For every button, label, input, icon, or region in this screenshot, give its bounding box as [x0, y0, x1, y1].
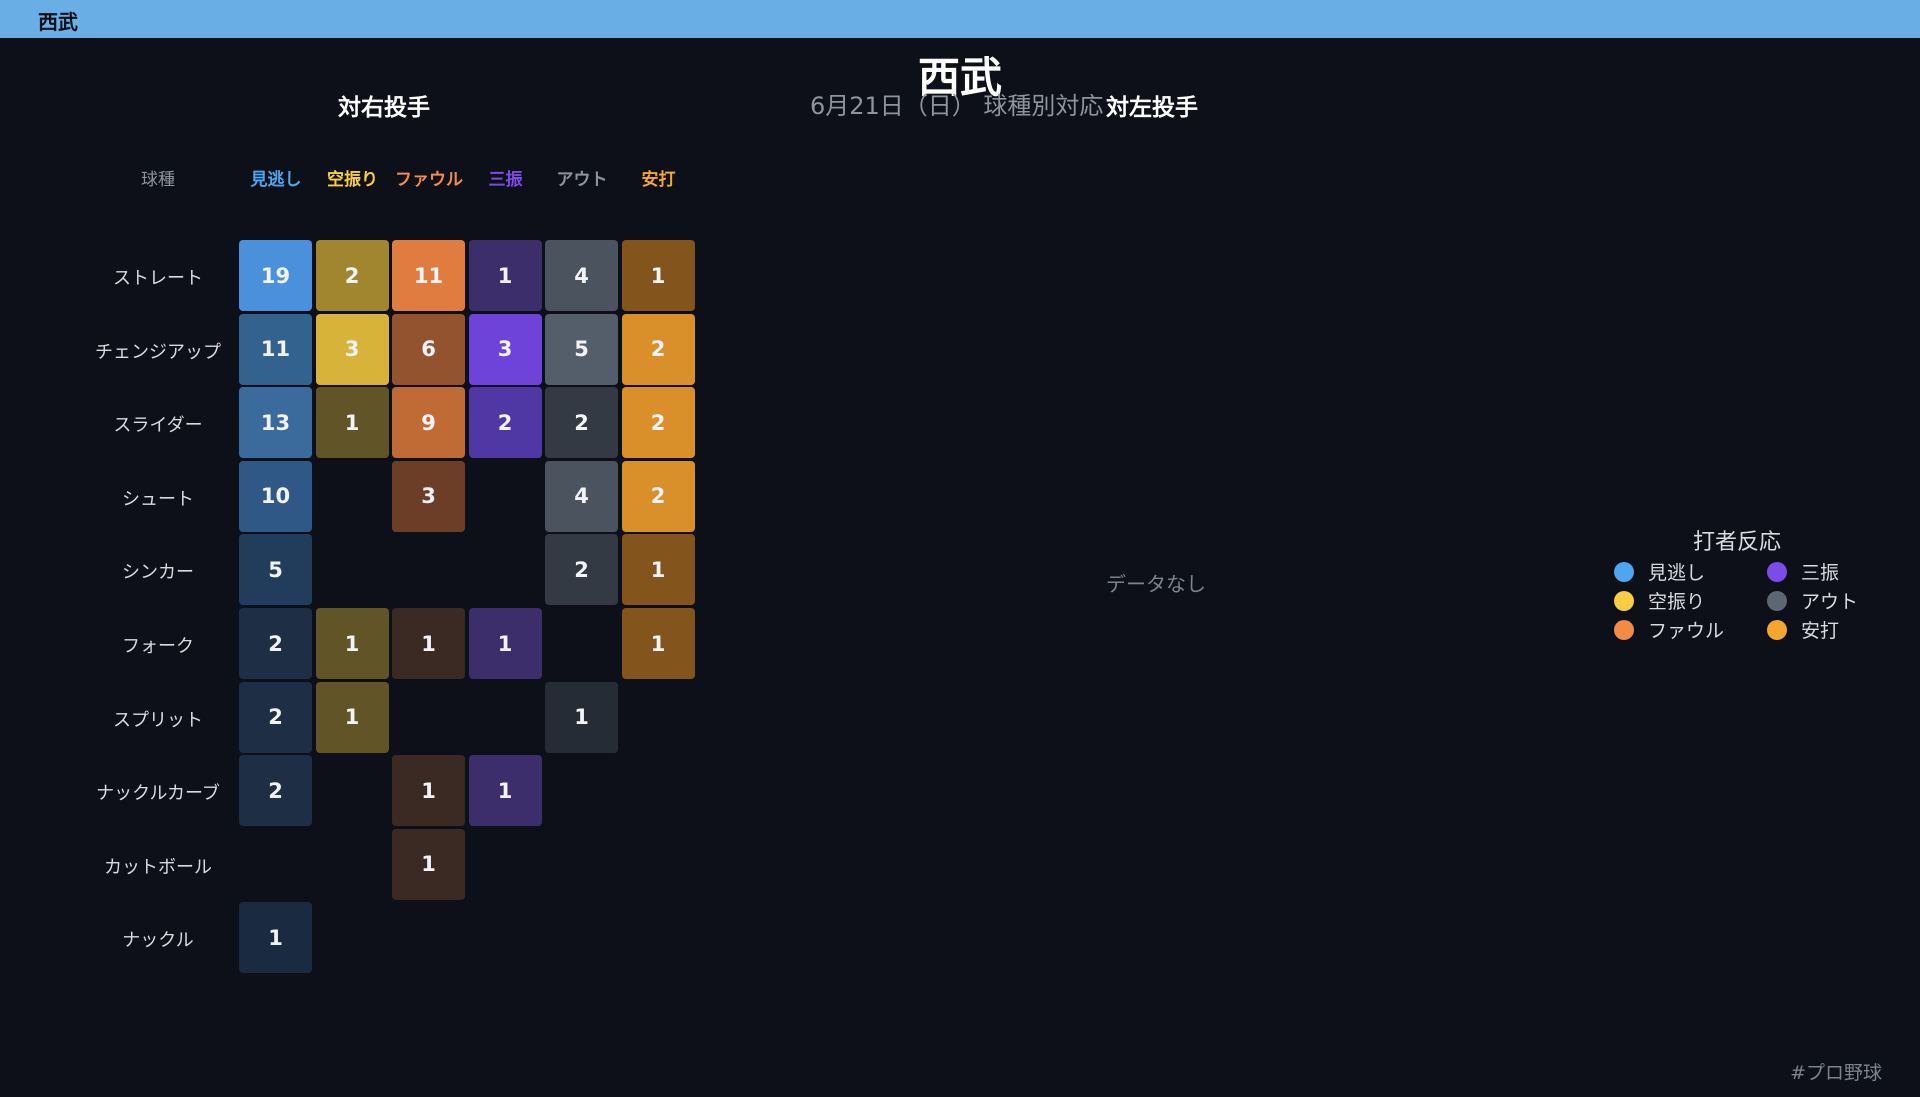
legend-item: 空振り: [1614, 587, 1705, 614]
row-label: シンカー: [122, 562, 194, 584]
legend-dot-icon: [1614, 590, 1634, 611]
top-bar-title: 西武: [38, 10, 78, 34]
row-label: スプリット: [113, 709, 203, 731]
page-subtitle: 6月21日（日） 球種別対応: [810, 92, 1104, 120]
legend-item: 見逃し: [1614, 558, 1705, 585]
row-label: ナックルカーブ: [96, 783, 220, 805]
legend-dot-icon: [1767, 619, 1787, 640]
heatmap-cell: 1: [468, 240, 542, 311]
heatmap-cell: 13: [239, 387, 312, 459]
heatmap-cell: 1: [468, 755, 542, 827]
heatmap-cell: 3: [392, 460, 465, 532]
heatmap-cell: 3: [315, 313, 389, 385]
heatmap-cell: 1: [239, 902, 312, 974]
legend-title: 打者反応: [1693, 530, 1782, 555]
heatmap-cell: 1: [315, 387, 389, 459]
heatmap-cell: 1: [545, 681, 618, 753]
no-data-text: データなし: [1106, 572, 1206, 596]
heatmap-cell: 2: [621, 387, 695, 459]
heatmap-cell: 1: [392, 755, 465, 827]
heatmap-cell: 2: [239, 681, 312, 753]
column-header: 安打: [641, 170, 676, 190]
heatmap-cell: 2: [315, 240, 389, 311]
heatmap-cell: 2: [545, 534, 618, 606]
row-label: カットボール: [104, 856, 212, 878]
legend-item: 三振: [1767, 558, 1839, 585]
heatmap-cell: 19: [239, 240, 312, 311]
legend-item: ファウル: [1614, 616, 1724, 643]
row-label: ナックル: [122, 930, 194, 952]
column-header: 空振り: [327, 170, 378, 190]
heatmap-cell: 2: [239, 755, 312, 827]
legend-item: アウト: [1767, 587, 1858, 614]
heatmap-cell: 4: [545, 460, 618, 532]
heatmap-cell: 1: [315, 681, 389, 753]
heatmap-cell: 10: [239, 460, 312, 532]
top-bar: 西武: [0, 0, 1920, 38]
heatmap-cell: 5: [239, 534, 312, 606]
heatmap-cell: 1: [621, 608, 695, 679]
heatmap-cell: 2: [545, 387, 618, 459]
heatmap-cell: 5: [545, 313, 618, 385]
column-header: 見逃し: [250, 170, 302, 190]
row-label: シュート: [122, 488, 194, 510]
column-header: 三振: [488, 170, 523, 190]
heatmap-cell: 3: [468, 313, 542, 385]
pitch-type-header: 球種: [141, 170, 175, 190]
row-label: ストレート: [113, 268, 203, 289]
legend-dot-icon: [1614, 619, 1634, 640]
heatmap-cell: 6: [392, 313, 465, 385]
row-label: スライダー: [113, 415, 203, 437]
heatmap-cell: 9: [392, 387, 465, 459]
legend-label: 空振り: [1648, 591, 1706, 613]
heatmap-cell: 1: [468, 608, 542, 679]
row-label: チェンジアップ: [95, 341, 221, 363]
legend-dot-icon: [1767, 561, 1787, 582]
heatmap-cell: 2: [468, 387, 542, 459]
legend-label: 三振: [1801, 562, 1840, 584]
legend-dot-icon: [1614, 561, 1634, 582]
heatmap-cell: 1: [392, 828, 465, 900]
heatmap-cell: 1: [392, 608, 465, 679]
legend-label: 見逃し: [1648, 562, 1706, 584]
legend-dot-icon: [1767, 590, 1787, 611]
legend-label: アウト: [1801, 591, 1859, 613]
hashtag: #プロ野球: [1790, 1062, 1882, 1084]
heatmap-cell: 2: [239, 608, 312, 679]
panel-title-vs-left: 対左投手: [1106, 95, 1198, 121]
legend-label: ファウル: [1648, 620, 1725, 642]
heatmap-cell: 11: [239, 313, 312, 385]
heatmap-cell: 2: [621, 313, 695, 385]
legend-label: 安打: [1801, 620, 1840, 642]
legend-item: 安打: [1767, 616, 1839, 643]
heatmap-cell: 11: [392, 240, 465, 311]
heatmap-cell: 2: [621, 460, 695, 532]
heatmap-cell: 1: [315, 608, 389, 679]
row-label: フォーク: [122, 636, 194, 657]
panel-title-vs-right: 対右投手: [338, 95, 430, 121]
heatmap-cell: 4: [545, 240, 618, 311]
heatmap-cell: 1: [621, 534, 695, 606]
heatmap-cell: 1: [621, 240, 695, 311]
column-header: アウト: [556, 170, 608, 190]
column-header: ファウル: [395, 170, 463, 190]
